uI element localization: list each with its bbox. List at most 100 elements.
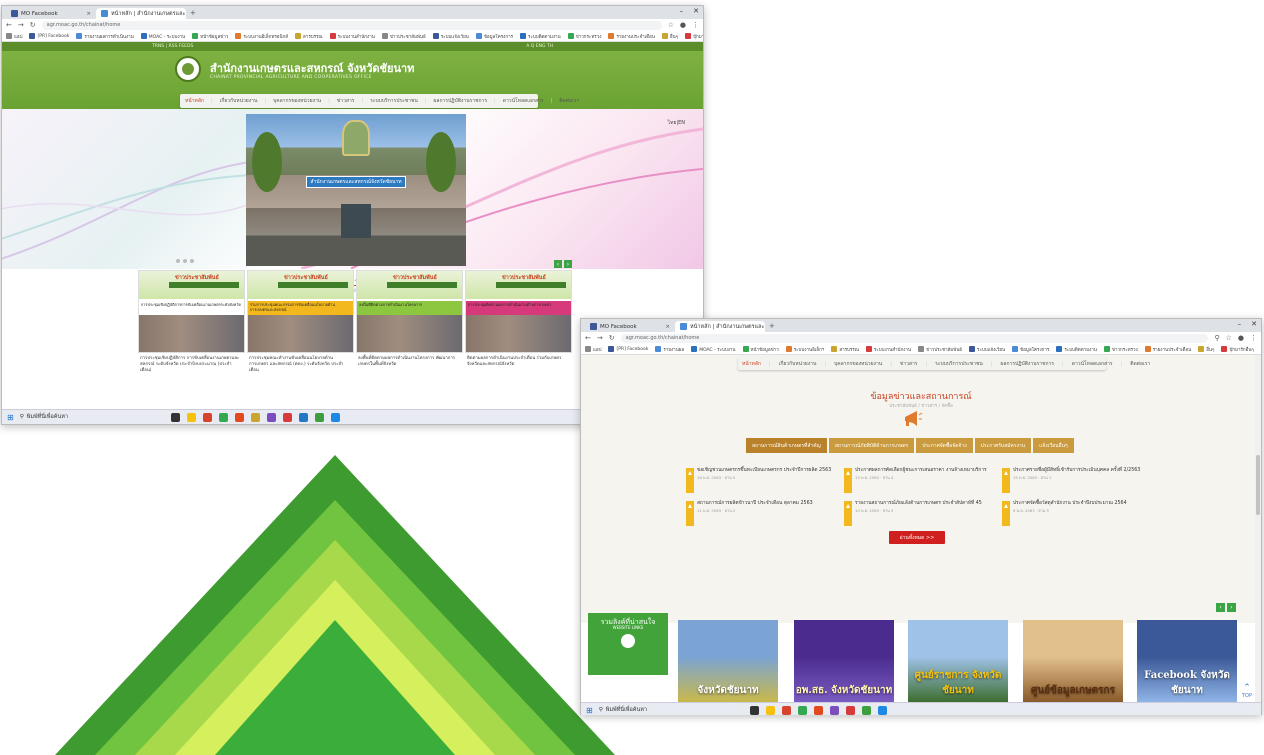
windows-start-icon[interactable]: ⊞	[586, 706, 593, 715]
windows-start-icon[interactable]: ⊞	[7, 413, 14, 422]
news-card-caption[interactable]: การประชุมเชิงปฏิบัติการ การขับเคลื่อนงาน…	[138, 356, 245, 373]
tab-announcement[interactable]: สถานการณ์ภัยพิบัติด้านการเกษตร	[829, 438, 914, 453]
app-icon[interactable]	[315, 413, 324, 422]
file-explorer-icon[interactable]	[187, 413, 196, 422]
menu-item[interactable]: เกี่ยวกับหน่วยงาน	[779, 360, 817, 368]
bookmark-item[interactable]: ข่าวประชาสัมพันธ์	[382, 33, 426, 40]
link-thumbnail[interactable]: ศูนย์ราชการ จังหวัดชัยนาท	[908, 620, 1008, 702]
menu-kebab-icon[interactable]: ⋮	[692, 21, 699, 29]
app-icon[interactable]	[862, 706, 871, 715]
back-to-top-button[interactable]: ⌃ TOP	[1242, 683, 1252, 699]
app-icon[interactable]	[203, 413, 212, 422]
bookmark-item[interactable]: แอป	[585, 346, 601, 353]
app-icon[interactable]	[219, 413, 228, 422]
link-thumbnail[interactable]: ศูนย์ข้อมูลเกษตรกร	[1023, 620, 1123, 702]
menu-item[interactable]: หน้าหลัก	[742, 360, 761, 368]
chevron-right-icon[interactable]: ›	[1227, 603, 1236, 612]
taskbar-search[interactable]: ⚲ พิมพ์ที่นี่เพื่อค้นหา	[599, 706, 719, 714]
news-card-caption[interactable]: ลงพื้นที่ติดตามผลการดำเนินงานโครงการ พัฒ…	[356, 356, 463, 368]
menu-item[interactable]: บุคลากรของหน่วยงาน	[273, 97, 321, 105]
new-tab-button[interactable]: +	[186, 9, 200, 17]
list-item[interactable]: รายงานสถานการณ์ภัยแล้งด้านการเกษตร ประจำ…	[844, 501, 1002, 526]
news-card-image[interactable]: ข่าวประชาสัมพันธ์ร่วมการประชุมคณะกรรมการ…	[247, 270, 354, 353]
bookmark-item[interactable]: รายงานผลการดำเนินงาน	[76, 33, 133, 40]
bookmark-item[interactable]: ข้อมูลโครงการ	[1012, 346, 1049, 353]
forward-icon[interactable]: →	[18, 21, 24, 29]
menu-item[interactable]: ติดต่อเรา	[1130, 360, 1150, 368]
list-item-title[interactable]: ประกาศจัดซื้อวัสดุสำนักงาน ประจำปีงบประม…	[1013, 501, 1127, 507]
bookmark-item[interactable]: ระบบงานอิเล็กฯ	[786, 346, 825, 353]
search-icon[interactable]: ⚲	[1214, 334, 1219, 342]
bookmark-item[interactable]: ระบบแจ้งเวียน	[969, 346, 1005, 353]
chevron-left-icon[interactable]: ‹	[1216, 603, 1225, 612]
bookmark-item[interactable]: บุ๊กมาร์กอื่นๆ	[685, 33, 703, 40]
chrome-icon[interactable]	[283, 413, 292, 422]
browser-tab[interactable]: MO Facebook ×	[6, 8, 96, 19]
menu-item[interactable]: ข่าวสาร	[337, 97, 355, 105]
bookmark-item[interactable]: หน้าข้อมูลข่าว	[743, 346, 779, 353]
edge-icon[interactable]	[331, 413, 340, 422]
list-item-title[interactable]: ขอเชิญชวนเกษตรกรขึ้นทะเบียนเกษตรกร ประจำ…	[697, 468, 831, 474]
browser-tab-active[interactable]: หน้าหลัก | สำนักงานเกษตรและสหกรณ์ ×	[96, 8, 186, 19]
list-item[interactable]: สถานการณ์การผลิตข้าวนาปี ประจำเดือน ตุลา…	[686, 501, 844, 526]
star-icon[interactable]: ☆	[1226, 334, 1232, 342]
bookmark-item[interactable]: หน้าข้อมูลข่าว	[192, 33, 228, 40]
bookmark-item[interactable]: บุ๊กมาร์กอื่นๆ	[1221, 346, 1253, 353]
language-switch[interactable]: ไทย|EN	[668, 119, 685, 127]
app-icon[interactable]	[830, 706, 839, 715]
menu-item[interactable]: ดาวน์โหลดเอกสาร	[1072, 360, 1113, 368]
file-explorer-icon[interactable]	[766, 706, 775, 715]
reload-icon[interactable]: ↻	[609, 334, 615, 342]
bookmark-item[interactable]: ข่าวประชาสัมพันธ์	[918, 346, 962, 353]
link-thumbnail[interactable]: อพ.สธ. จังหวัดชัยนาท	[794, 620, 894, 702]
list-item-title[interactable]: ประกาศผลการคัดเลือกผู้ชนะการเสนอราคา งาน…	[855, 468, 987, 474]
bookmark-item[interactable]: ระบบติดตามงาน	[1056, 346, 1097, 353]
browser-tab[interactable]: MO Facebook ×	[585, 321, 675, 332]
list-item[interactable]: ประกาศจัดซื้อวัสดุสำนักงาน ประจำปีงบประม…	[1002, 501, 1160, 526]
news-card-image[interactable]: ข่าวประชาสัมพันธ์การประชุมเชิงปฏิบัติการ…	[138, 270, 245, 353]
task-view-icon[interactable]	[171, 413, 180, 422]
list-item-title[interactable]: ประกาศรายชื่อผู้มีสิทธิ์เข้ารับการประเมิ…	[1013, 468, 1140, 474]
menu-item[interactable]: ติดต่อเรา	[559, 97, 579, 105]
back-icon[interactable]: ←	[585, 334, 591, 342]
bookmark-item[interactable]: ระบบงานสำนักงาน	[866, 346, 911, 353]
bookmark-item[interactable]: ข้อมูลโครงการ	[476, 33, 513, 40]
list-item[interactable]: ขอเชิญชวนเกษตรกรขึ้นทะเบียนเกษตรกร ประจำ…	[686, 468, 844, 493]
url-input[interactable]: agr.moac.go.th/chainat/home	[42, 21, 662, 30]
bookmark-item[interactable]: MOAC - ระบบงาน	[141, 33, 185, 40]
menu-kebab-icon[interactable]: ⋮	[1250, 334, 1257, 342]
menu-item[interactable]: ดาวน์โหลดเอกสาร	[503, 97, 544, 105]
scrollbar-thumb[interactable]	[1256, 455, 1260, 515]
slider-dots[interactable]	[176, 259, 194, 263]
app-icon[interactable]	[251, 413, 260, 422]
menu-item[interactable]: ระบบบริการประชาชน	[935, 360, 983, 368]
menu-item[interactable]: ข่าวสาร	[900, 360, 918, 368]
link-thumbnail[interactable]: จังหวัดชัยนาท	[678, 620, 778, 702]
bookmark-item[interactable]: อื่นๆ	[662, 33, 678, 40]
app-icon[interactable]	[235, 413, 244, 422]
new-tab-button[interactable]: +	[765, 322, 779, 330]
bookmark-item[interactable]: ระบบติดตามงาน	[520, 33, 561, 40]
menu-item[interactable]: หน้าหลัก	[185, 97, 204, 105]
close-icon[interactable]: ×	[665, 324, 670, 330]
news-card-caption[interactable]: การประชุมคณะทำงานขับเคลื่อนนโยบายด้านการ…	[247, 356, 354, 373]
bookmark-item[interactable]: ระบบงานสำนักงาน	[330, 33, 375, 40]
news-card[interactable]: ข่าวประชาสัมพันธ์ร่วมการประชุมคณะกรรมการ…	[247, 270, 354, 373]
close-window-icon[interactable]: ✕	[693, 7, 699, 15]
menu-item[interactable]: เกี่ยวกับหน่วยงาน	[220, 97, 258, 105]
bookmark-item[interactable]: แอป	[6, 33, 22, 40]
chrome-icon[interactable]	[846, 706, 855, 715]
minimize-icon[interactable]: –	[680, 7, 684, 15]
url-input[interactable]: agr.moac.go.th/chainat/home	[621, 334, 1209, 343]
minimize-icon[interactable]: –	[1238, 320, 1242, 328]
bookmark-item[interactable]: รายงานประจำเดือน	[1145, 346, 1191, 353]
app-icon[interactable]	[814, 706, 823, 715]
bookmark-item[interactable]: ระบบแจ้งเวียน	[433, 33, 469, 40]
chevron-right-icon[interactable]: ›	[564, 260, 572, 268]
bookmark-item[interactable]: ระบบงานอิเล็กทรอนิกส์	[235, 33, 288, 40]
star-icon[interactable]: ☆	[668, 21, 674, 29]
news-card[interactable]: ข่าวประชาสัมพันธ์การประชุมเชิงปฏิบัติการ…	[138, 270, 245, 373]
edge-icon[interactable]	[878, 706, 887, 715]
profile-icon[interactable]: ●	[1238, 334, 1244, 342]
news-card[interactable]: ข่าวประชาสัมพันธ์ลงพื้นที่ติดตามการดำเนิ…	[356, 270, 463, 373]
